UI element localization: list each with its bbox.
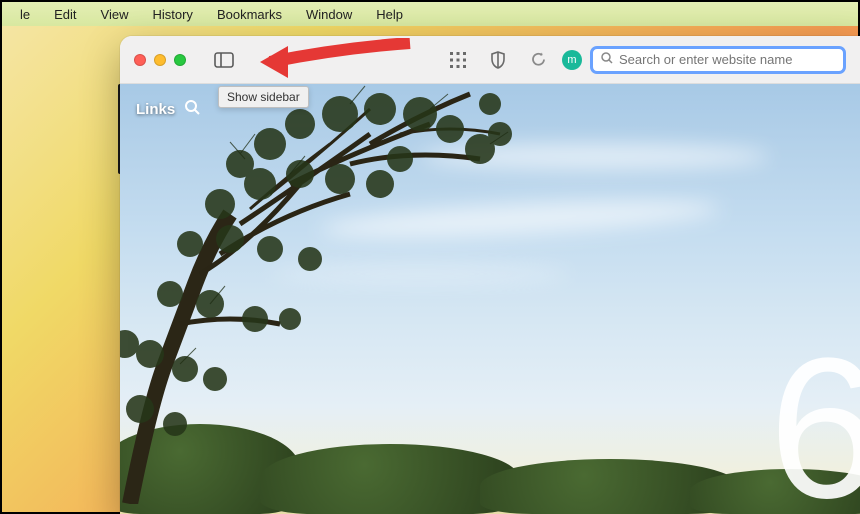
- privacy-report-button[interactable]: [482, 46, 514, 74]
- privacy-report-icon: [490, 51, 506, 69]
- weather-temperature: 6: [769, 314, 860, 514]
- menu-bookmarks[interactable]: Bookmarks: [207, 5, 292, 24]
- profile-avatar[interactable]: m: [562, 50, 582, 70]
- close-window-button[interactable]: [134, 54, 146, 66]
- minimize-window-button[interactable]: [154, 54, 166, 66]
- menu-edit[interactable]: Edit: [44, 5, 86, 24]
- search-icon: [601, 52, 613, 67]
- safari-window: m Show sidebar: [120, 36, 860, 514]
- sidebar-icon: [214, 52, 234, 68]
- fullscreen-window-button[interactable]: [174, 54, 186, 66]
- sidebar-tooltip: Show sidebar: [218, 86, 309, 108]
- sidebar-toggle-button[interactable]: [208, 46, 240, 74]
- menu-help[interactable]: Help: [366, 5, 413, 24]
- wallpaper-tree: [120, 84, 550, 504]
- favorites-search-icon[interactable]: [185, 100, 200, 118]
- address-bar[interactable]: [590, 46, 846, 74]
- favorites-folder-label[interactable]: Links: [136, 101, 175, 118]
- favorites-section: Links: [136, 100, 200, 118]
- browser-toolbar: m: [120, 36, 860, 84]
- window-controls: [134, 54, 186, 66]
- menu-window[interactable]: Window: [296, 5, 362, 24]
- address-input[interactable]: [619, 52, 835, 67]
- system-menubar: le Edit View History Bookmarks Window He…: [2, 2, 858, 26]
- start-page: 6 Links: [120, 84, 860, 514]
- reload-icon: [530, 51, 547, 68]
- grid-icon: [450, 52, 466, 68]
- menu-view[interactable]: View: [91, 5, 139, 24]
- menu-history[interactable]: History: [142, 5, 202, 24]
- tab-overview-button[interactable]: [442, 46, 474, 74]
- reload-button[interactable]: [522, 46, 554, 74]
- annotation-arrow: [260, 38, 420, 86]
- menu-file[interactable]: le: [10, 5, 40, 24]
